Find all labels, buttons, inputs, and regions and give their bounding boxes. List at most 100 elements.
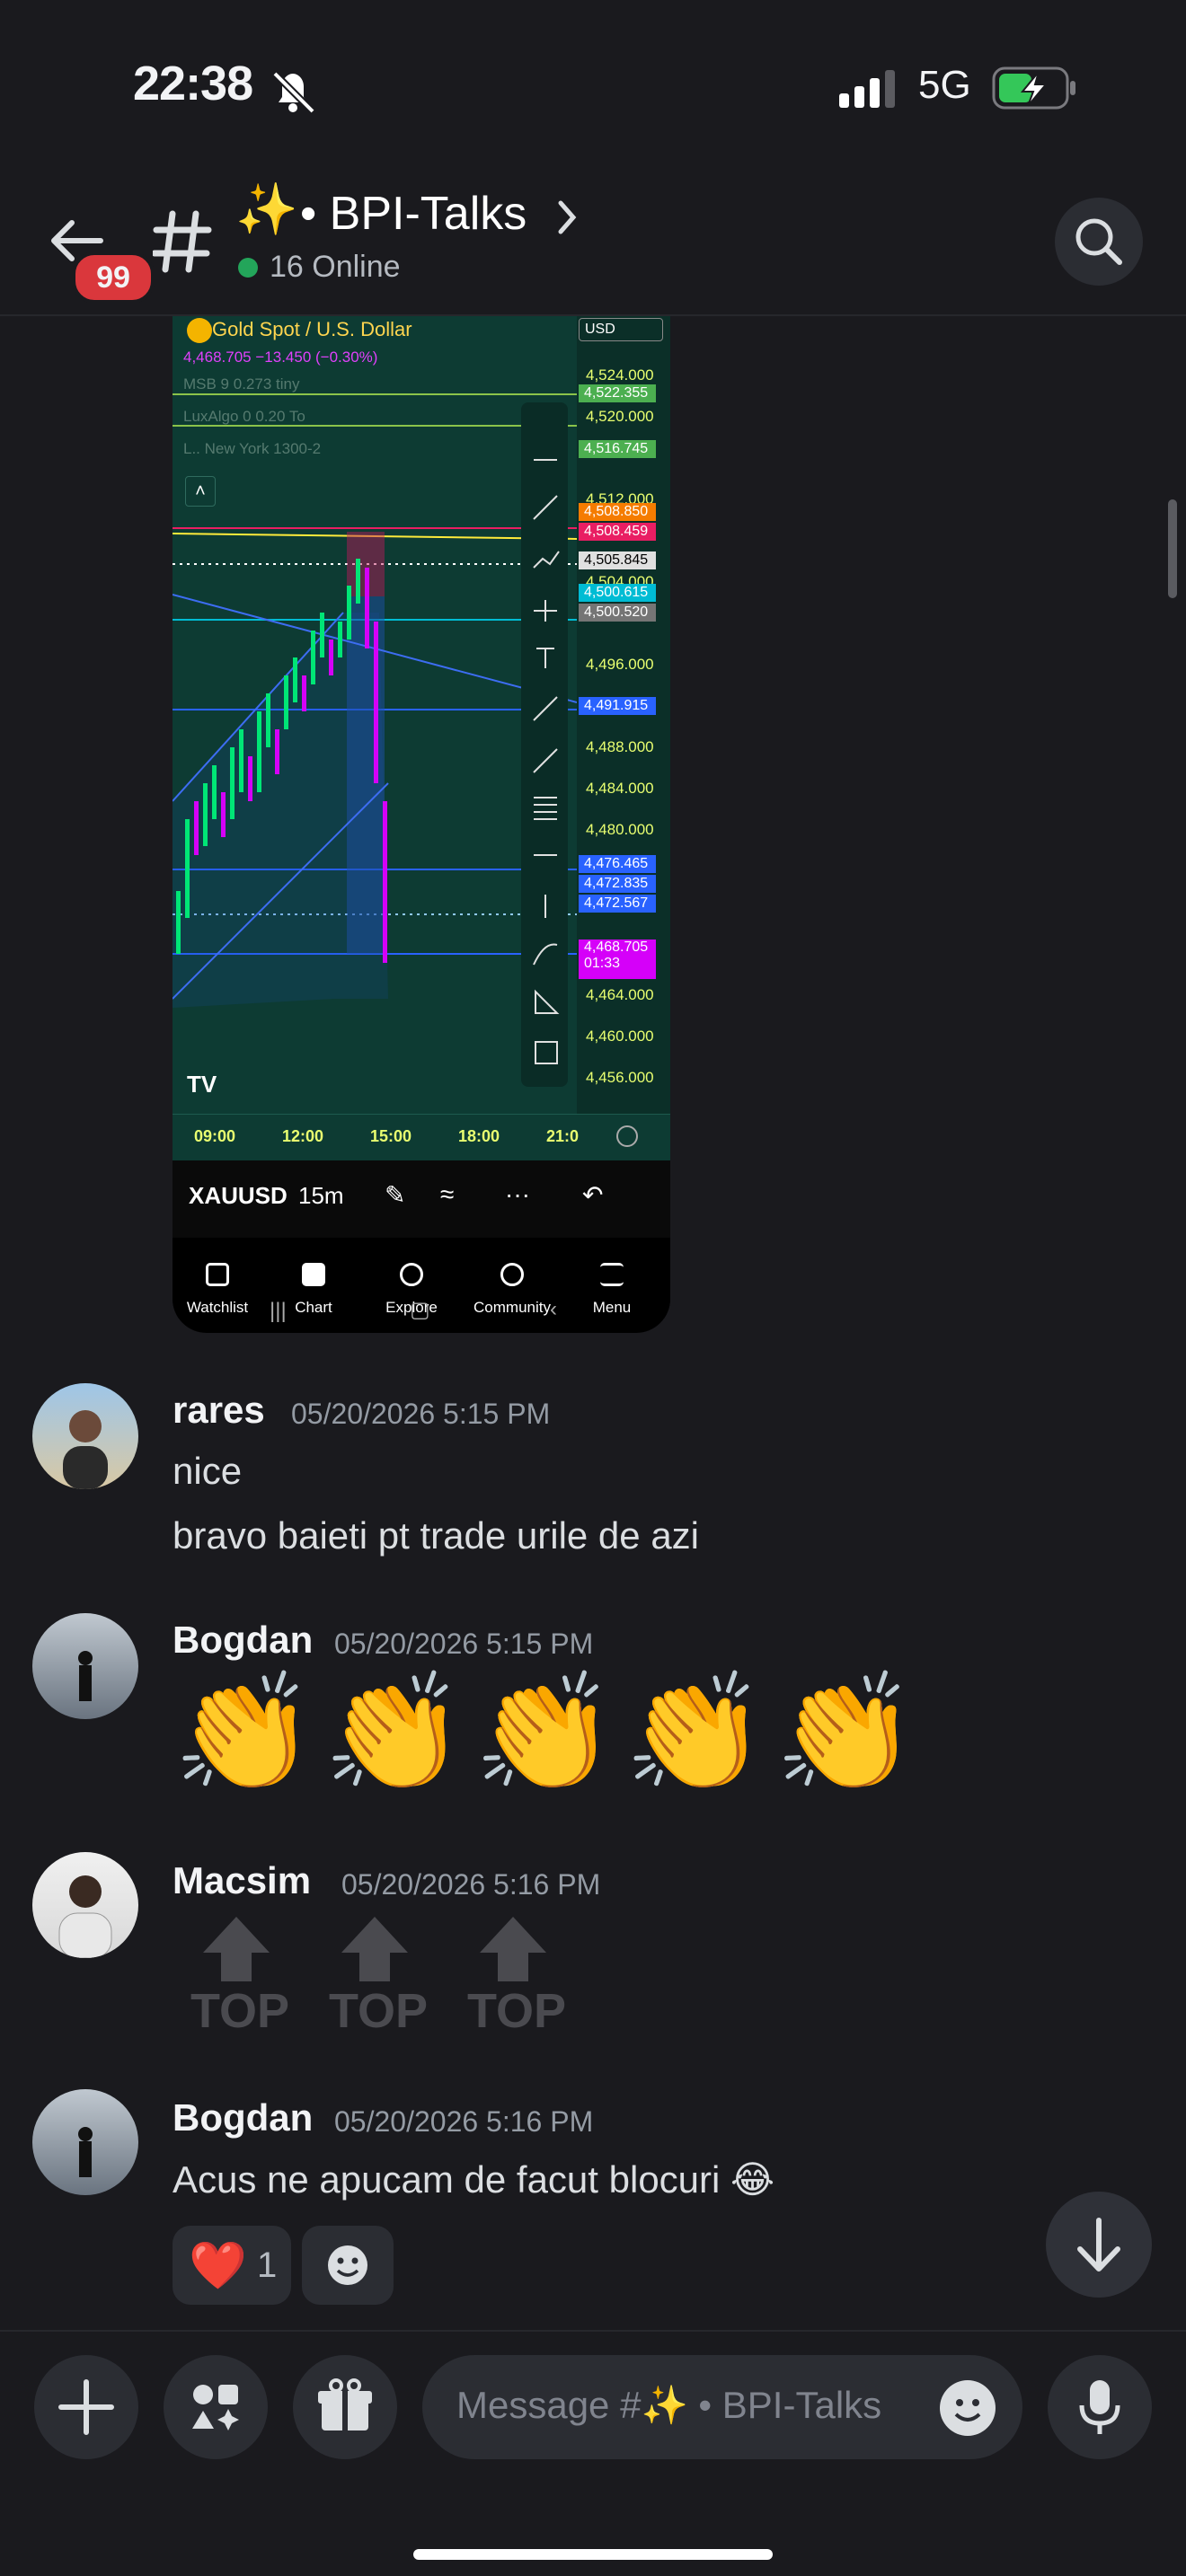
- time-axis: 09:00 12:00 15:00 18:00 21:0: [173, 1114, 670, 1161]
- emoji-message: 👏👏👏👏👏: [173, 1669, 925, 1797]
- home-icon: ▢: [410, 1298, 430, 1322]
- search-button[interactable]: [1055, 198, 1143, 286]
- settings-gear-icon: [616, 1125, 638, 1147]
- toolbar-symbol: XAUUSD: [189, 1182, 288, 1209]
- smiley-icon: [954, 2399, 981, 2422]
- online-status-dot: [238, 258, 258, 278]
- chevron-right-icon[interactable]: [557, 199, 579, 235]
- last-price: 4,468.705: [584, 940, 649, 955]
- gift-icon: [318, 2378, 372, 2430]
- price-tag: 4,516.745: [579, 440, 656, 458]
- price-tag: 4,472.567: [579, 895, 656, 913]
- time-label: 21:0: [546, 1127, 580, 1145]
- indicator-label: MSB 9 0.273 tiny: [183, 375, 300, 393]
- reaction-heart[interactable]: ❤️ 1: [173, 2226, 291, 2305]
- message-author[interactable]: Bogdan: [173, 1619, 313, 1662]
- up-arrow-icon: [480, 1917, 546, 1981]
- avatar[interactable]: [32, 2089, 138, 2195]
- top-arrow-sticker: TOP: [464, 1913, 566, 2039]
- jump-to-bottom-button[interactable]: [1046, 2192, 1152, 2298]
- avatar-person: [58, 1875, 112, 1958]
- avatar-figure: [78, 2127, 93, 2177]
- message-timestamp: 05/20/2026 5:15 PM: [334, 1628, 594, 1660]
- emoji-picker-button[interactable]: [940, 2380, 996, 2436]
- price-tag: 4,505.845: [579, 551, 656, 569]
- top-arrow-sticker: TOP: [325, 1913, 428, 2039]
- time-label: 15:00: [370, 1127, 412, 1145]
- back-icon: ‹: [550, 1297, 557, 1321]
- last-price-tag: 4,468.705 01:33: [579, 940, 656, 979]
- message-text: Acus ne apucam de facut blocuri 😂: [173, 2158, 775, 2201]
- pencil-icon: ✎: [385, 1181, 406, 1209]
- message-text: bravo baieti pt trade urile de azi: [173, 1514, 700, 1557]
- explore-compass-icon: [400, 1263, 423, 1286]
- message-timestamp: 05/20/2026 5:16 PM: [334, 2105, 594, 2138]
- price-tag: 4,491.915: [579, 697, 656, 715]
- voice-message-button[interactable]: [1048, 2355, 1152, 2459]
- price-tag: 4,508.459: [579, 523, 656, 541]
- chart-symbol: Gold Spot / U.S. Dollar: [212, 318, 412, 340]
- price-label: 4,484.000: [586, 780, 654, 797]
- price-tag: 4,500.520: [579, 604, 656, 622]
- message-timestamp: 05/20/2026 5:15 PM: [291, 1398, 551, 1430]
- avatar[interactable]: [32, 1613, 138, 1719]
- plus-icon: [58, 2379, 114, 2435]
- reaction-count: 1: [257, 2245, 278, 2285]
- silent-bell-icon: [272, 71, 315, 114]
- message-timestamp: 05/20/2026 5:16 PM: [341, 1868, 601, 1901]
- community-icon: [500, 1263, 524, 1286]
- price-tag: 4,522.355: [579, 384, 656, 402]
- message-author[interactable]: Macsim: [173, 1859, 311, 1902]
- chart-quote: 4,468.705 −13.450 (−0.30%): [183, 348, 378, 366]
- message-author[interactable]: Bogdan: [173, 2096, 313, 2139]
- price-label: 4,480.000: [586, 821, 654, 838]
- reaction-emoji: ❤️: [189, 2240, 247, 2292]
- status-time: 22:38: [133, 57, 253, 110]
- avatar-person: [63, 1410, 108, 1489]
- avatar[interactable]: [32, 1383, 138, 1489]
- indicators-icon: ≈: [440, 1180, 455, 1208]
- price-label: 4,496.000: [586, 656, 654, 673]
- price-label: 4,464.000: [586, 986, 654, 1003]
- up-arrow-icon: [203, 1917, 270, 1981]
- channel-hash-icon: [153, 210, 212, 273]
- tradingview-logo: TV: [187, 1071, 217, 1098]
- unread-badge: 99: [72, 251, 155, 304]
- price-tag: 4,472.835: [579, 875, 656, 893]
- gold-coin-icon: [187, 318, 212, 343]
- message-placeholder: Message #✨ • BPI-Talks: [456, 2384, 882, 2426]
- image-attachment[interactable]: Gold Spot / U.S. Dollar 4,468.705 −13.45…: [173, 316, 670, 1333]
- top-label: TOP: [467, 1984, 567, 2038]
- price-label: 4,488.000: [586, 738, 654, 755]
- add-reaction-button[interactable]: [302, 2226, 394, 2305]
- price-label: 4,524.000: [586, 366, 654, 384]
- apps-button[interactable]: [164, 2355, 268, 2459]
- message-author[interactable]: rares: [173, 1389, 265, 1432]
- price-tag: 4,508.850: [579, 503, 656, 521]
- apps-icon: [192, 2385, 239, 2430]
- more-dots-icon: ···: [505, 1180, 530, 1208]
- toolbar-interval: 15m: [298, 1182, 344, 1209]
- avatar[interactable]: [32, 1852, 138, 1958]
- add-attachment-button[interactable]: [34, 2355, 138, 2459]
- chart-toolbar: XAUUSD 15m ✎ ≈ ··· ↶: [173, 1160, 670, 1238]
- up-arrow-icon: [341, 1917, 408, 1981]
- arrow-down-icon: [1077, 2218, 1120, 2272]
- recents-icon: |||: [270, 1299, 287, 1323]
- online-count: 16 Online: [270, 250, 401, 284]
- channel-emoji: ✨: [235, 181, 298, 237]
- avatar-figure: [78, 1651, 93, 1701]
- channel-title[interactable]: • BPI-Talks: [300, 187, 527, 241]
- undo-icon: ↶: [582, 1181, 604, 1209]
- top-label: TOP: [190, 1984, 290, 2038]
- network-type: 5G: [918, 63, 971, 107]
- time-label: 12:00: [282, 1127, 324, 1145]
- battery-charging-icon: [992, 66, 1075, 110]
- top-arrow-sticker: TOP: [187, 1913, 290, 2039]
- gift-button[interactable]: [293, 2355, 397, 2459]
- currency-select: USD: [579, 318, 663, 341]
- menu-icon: [600, 1263, 624, 1286]
- scrollbar-thumb[interactable]: [1168, 499, 1177, 598]
- indicator-label: LuxAlgo 0 0.20 To: [183, 408, 305, 425]
- android-nav-bar: ||| ▢ ‹: [173, 1295, 670, 1333]
